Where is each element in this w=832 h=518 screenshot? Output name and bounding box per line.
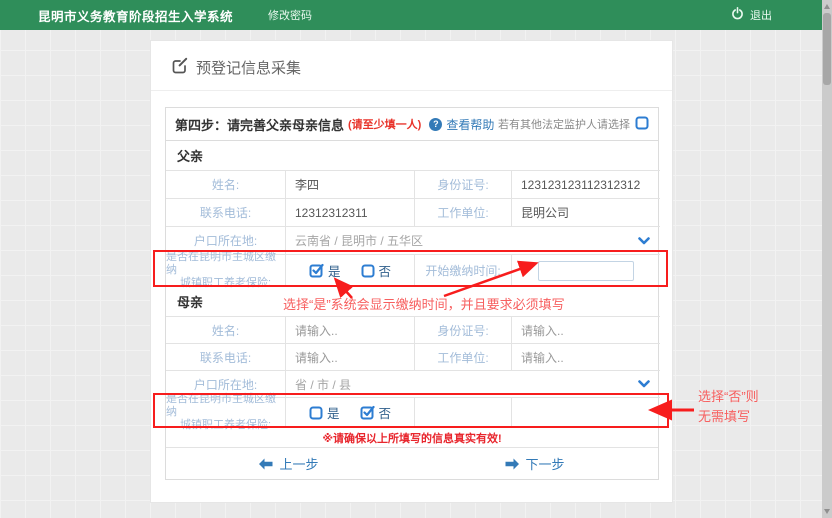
other-guardian-checkbox[interactable] (635, 116, 649, 133)
view-help-link[interactable]: 查看帮助 (446, 116, 494, 133)
help-question-icon[interactable]: ? (429, 118, 442, 131)
power-icon (731, 7, 744, 23)
father-insurance-no-checkbox[interactable]: 否 (361, 261, 392, 280)
mother-phone-row: 联系电话: 请输入.. 工作单位: 请输入.. (166, 343, 658, 370)
top-navbar: 昆明市义务教育阶段招生入学系统 修改密码 退出 (0, 0, 822, 30)
no-annotation-note: 选择“否”则 无需填写 (698, 387, 759, 427)
yes-annotation-note: 选择“是”系统会显示缴纳时间，并且要求必须填写 (283, 294, 565, 313)
father-phone-label: 联系电话: (166, 198, 285, 226)
mother-insurance-empty-cell-1 (414, 397, 511, 427)
main-card: 预登记信息采集 第四步：请完善父亲母亲信息 (请至少填一人) ? 查看帮助 若有… (150, 40, 673, 503)
chevron-down-icon[interactable] (638, 377, 650, 391)
page-title: 预登记信息采集 (196, 57, 301, 78)
father-work-field[interactable]: 昆明公司 (511, 198, 660, 226)
father-id-field[interactable]: 123123123112312312 (511, 170, 660, 198)
app-title: 昆明市义务教育阶段招生入学系统 (38, 6, 233, 25)
mother-id-field[interactable]: 请输入.. (511, 316, 660, 343)
father-name-label: 姓名: (166, 170, 285, 198)
father-insurance-label: 是否在昆明市主城区缴纳 城镇职工养老保险: (166, 254, 285, 286)
mother-id-label: 身份证号: (414, 316, 511, 343)
father-name-field[interactable]: 李四 (285, 170, 414, 198)
scrollbar-up-arrow-icon[interactable] (824, 4, 830, 9)
father-work-label: 工作单位: (414, 198, 511, 226)
logout-button[interactable]: 退出 (731, 0, 772, 30)
mother-work-field[interactable]: 请输入.. (511, 343, 660, 370)
change-password-link[interactable]: 修改密码 (268, 7, 312, 23)
mother-insurance-empty-cell-2 (511, 397, 660, 427)
step-title: 第四步：请完善父亲母亲信息 (175, 115, 344, 134)
mother-insurance-no-checkbox[interactable]: 否 (360, 403, 392, 422)
pay-start-time-label: 开始缴纳时间: (414, 254, 511, 286)
mother-name-row: 姓名: 请输入.. 身份证号: 请输入.. (166, 316, 658, 343)
father-section-header: 父亲 (166, 140, 658, 170)
mother-residence-select[interactable]: 省 / 市 / 县 (285, 370, 660, 397)
mother-insurance-yes-checkbox[interactable]: 是 (309, 403, 340, 422)
step-navigation: 上一步 下一步 (166, 447, 658, 479)
mother-insurance-options: 是 否 (285, 397, 414, 427)
father-name-row: 姓名: 李四 身份证号: 123123123112312312 (166, 170, 658, 198)
scrollbar-track (822, 0, 832, 518)
pay-start-time-input[interactable] (538, 261, 634, 281)
scrollbar-down-arrow-icon[interactable] (824, 509, 830, 514)
mother-insurance-row: 是否在昆明市主城区缴纳 城镇职工养老保险: 是 否 (166, 397, 658, 427)
father-insurance-yes-checkbox[interactable]: 是 (309, 261, 341, 280)
arrow-left-icon (259, 458, 273, 470)
mother-work-label: 工作单位: (414, 343, 511, 370)
father-residence-row: 户口所在地: 云南省 / 昆明市 / 五华区 (166, 226, 658, 254)
step-header: 第四步：请完善父亲母亲信息 (请至少填一人) ? 查看帮助 若有其他法定监护人请… (166, 108, 658, 140)
scrollbar-thumb[interactable] (823, 13, 831, 85)
mother-name-label: 姓名: (166, 316, 285, 343)
step-requirement: (请至少填一人) (348, 116, 421, 132)
father-phone-field[interactable]: 12312312311 (285, 198, 414, 226)
edit-icon (171, 57, 188, 78)
mother-phone-field[interactable]: 请输入.. (285, 343, 414, 370)
mother-phone-label: 联系电话: (166, 343, 285, 370)
prev-step-button[interactable]: 上一步 (166, 448, 412, 479)
other-guardian-label: 若有其他法定监护人请选择 (498, 116, 630, 132)
pay-start-time-cell (511, 254, 660, 286)
father-id-label: 身份证号: (414, 170, 511, 198)
page-title-row: 预登记信息采集 (171, 57, 301, 78)
logout-label: 退出 (750, 7, 772, 23)
mother-insurance-label: 是否在昆明市主城区缴纳 城镇职工养老保险: (166, 397, 285, 427)
next-step-button[interactable]: 下一步 (412, 448, 658, 479)
arrow-right-icon (505, 458, 519, 470)
father-insurance-row: 是否在昆明市主城区缴纳 城镇职工养老保险: 是 否 开始缴纳时间: (166, 254, 658, 286)
father-phone-row: 联系电话: 12312312311 工作单位: 昆明公司 (166, 198, 658, 226)
father-residence-label: 户口所在地: (166, 226, 285, 254)
father-residence-select[interactable]: 云南省 / 昆明市 / 五华区 (285, 226, 660, 254)
chevron-down-icon[interactable] (638, 234, 650, 248)
father-insurance-options: 是 否 (285, 254, 414, 286)
mother-name-field[interactable]: 请输入.. (285, 316, 414, 343)
title-divider (151, 90, 672, 91)
